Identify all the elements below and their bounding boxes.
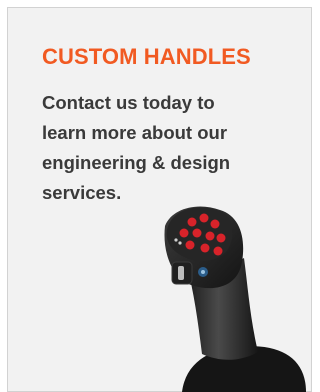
joystick-handle-image [164, 206, 306, 392]
